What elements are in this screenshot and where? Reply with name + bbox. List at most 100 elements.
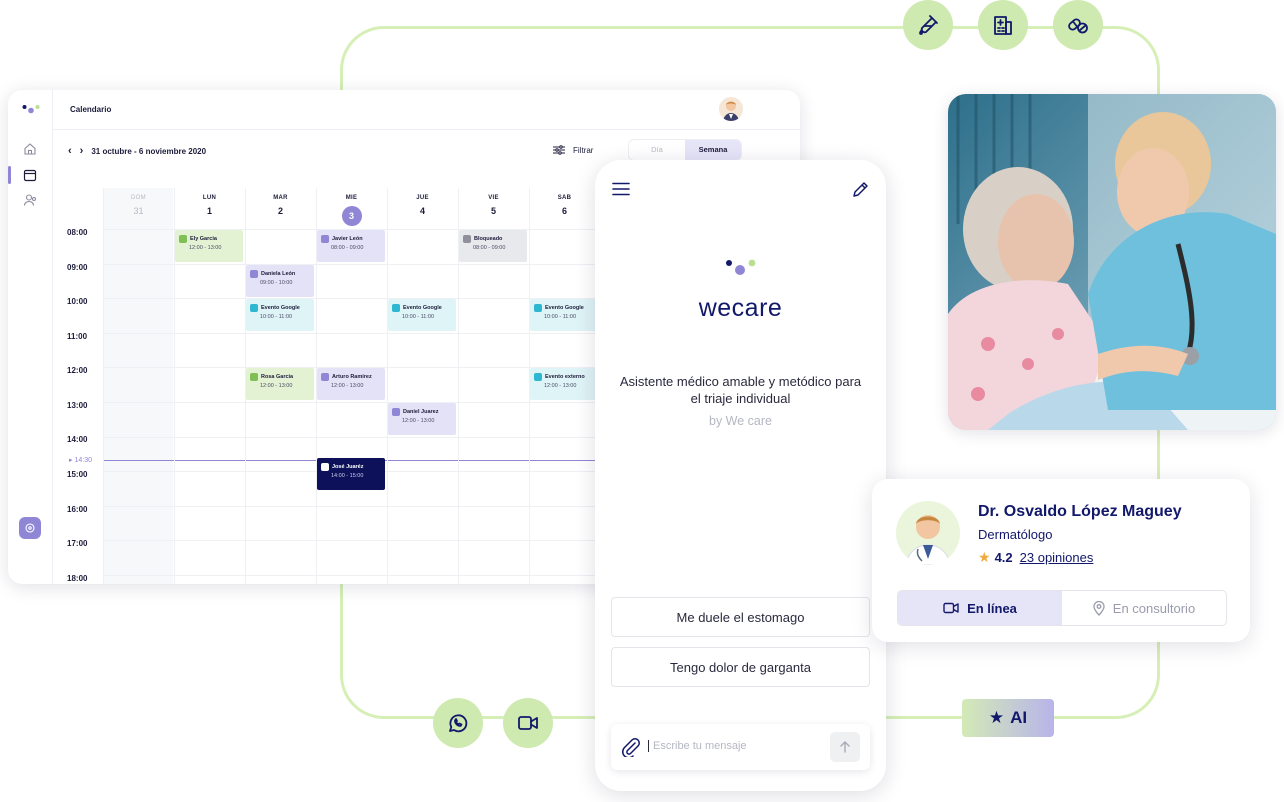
event-type-icon — [534, 373, 542, 382]
calendar-event[interactable]: Ely Garcia 12:00 - 13:00 — [175, 230, 243, 262]
grid-column-line — [103, 188, 104, 584]
event-time: 12:00 - 13:00 — [331, 383, 364, 390]
rating-score: 4.2 — [994, 550, 1013, 565]
event-time: 10:00 - 11:00 — [260, 314, 293, 321]
event-time: 09:00 - 10:00 — [260, 279, 293, 286]
user-avatar[interactable] — [719, 97, 743, 121]
arrow-up-icon — [840, 741, 850, 753]
day-header-tue: MAR 2 — [273, 195, 288, 216]
event-type-icon — [321, 463, 329, 472]
consultation-type-tabs: En línea En consultorio — [897, 590, 1227, 626]
filter-label: Filtrar — [573, 145, 594, 155]
event-time: 12:00 - 13:00 — [260, 383, 293, 390]
event-title: Rosa Garcia — [261, 374, 294, 381]
home-icon[interactable] — [23, 142, 37, 156]
event-time: 08:00 - 09:00 — [473, 245, 506, 251]
next-week-button[interactable]: › — [80, 145, 84, 157]
hour-label: 12:00 — [67, 366, 88, 375]
prev-week-button[interactable]: ‹ — [68, 145, 72, 157]
event-time: 12:00 - 13:00 — [544, 383, 577, 390]
assistant-tagline: Asistente médico amable y metódico para … — [619, 374, 862, 406]
event-title: Ely Garcia — [190, 236, 217, 242]
doctor-card: Dr. Osvaldo López Maguey Dermatólogo ★ 4… — [872, 479, 1250, 642]
suggestion-chip[interactable]: Me duele el estomago — [611, 597, 870, 637]
wecare-logo-small — [22, 105, 40, 114]
event-type-icon — [250, 373, 258, 382]
filter-button[interactable]: Filtrar — [553, 145, 593, 155]
event-title: Evento externo — [545, 374, 585, 381]
event-time: 10:00 - 11:00 — [544, 314, 577, 321]
calendar-event[interactable]: Evento Google 10:00 - 11:00 — [530, 299, 598, 332]
ai-badge: ★ AI — [962, 699, 1054, 737]
calendar-event[interactable]: Daniel Juarez 12:00 - 13:00 — [388, 403, 456, 435]
calendar-event[interactable]: Bloqueado 08:00 - 09:00 — [459, 230, 527, 262]
event-type-icon — [250, 304, 258, 313]
date-range-label: 31 octubre - 6 noviembre 2020 — [91, 146, 207, 156]
video-icon — [943, 602, 959, 614]
brand-wordmark: wecare — [698, 294, 783, 322]
event-title: Daniel Juarez — [403, 409, 439, 415]
location-pin-icon — [1093, 600, 1105, 616]
day-header-sat: SAB 6 — [557, 195, 572, 216]
doctor-avatar — [896, 501, 960, 565]
day-header-mon: LUN 1 — [202, 195, 217, 216]
hour-label: 10:00 — [67, 297, 88, 306]
grid-column-line — [387, 188, 388, 584]
send-button[interactable] — [830, 732, 860, 762]
hour-label: 13:00 — [67, 401, 88, 410]
date-range-nav: ‹ › 31 octubre - 6 noviembre 2020 — [68, 145, 206, 157]
today-marker: 3 — [341, 206, 362, 226]
calendar-event[interactable]: Evento Google 10:00 - 11:00 — [388, 299, 456, 332]
calendar-event[interactable]: Evento Google 10:00 - 11:00 — [246, 299, 314, 332]
sunday-column — [103, 188, 173, 584]
message-composer — [611, 724, 870, 770]
calendar-event[interactable]: José Juaréz 14:00 - 15:00 — [317, 458, 385, 491]
view-week-button[interactable]: Semana — [685, 140, 741, 160]
calendar-event[interactable]: Daniela León 09:00 - 10:00 — [246, 264, 314, 297]
hour-label: 16:00 — [67, 505, 88, 514]
calendar-event[interactable]: Javier León 08:00 - 09:00 — [317, 230, 385, 262]
hour-label: 08:00 — [67, 228, 88, 237]
event-title: Evento Google — [403, 305, 442, 312]
day-header-thu: JUE 4 — [416, 195, 429, 216]
hour-label: 09:00 — [67, 263, 88, 272]
calendar-icon[interactable] — [23, 168, 37, 182]
calendar-event[interactable]: Arturo Ramirez 12:00 - 13:00 — [317, 368, 385, 401]
test-tube-icon — [903, 0, 953, 50]
text-cursor — [648, 740, 649, 752]
event-type-icon — [534, 304, 542, 313]
event-title: Evento Google — [545, 305, 584, 312]
doctor-name: Dr. Osvaldo López Maguey — [978, 503, 1182, 520]
pills-icon — [1053, 0, 1103, 50]
star-icon: ★ — [988, 708, 1005, 727]
current-time-label: ▸ 14:30 — [69, 457, 92, 464]
event-time: 12:00 - 13:00 — [402, 418, 435, 424]
calendar-header: Calendario — [53, 90, 800, 130]
attach-icon[interactable] — [621, 737, 641, 757]
edit-icon[interactable] — [851, 181, 869, 199]
hour-label: 14:00 — [67, 435, 88, 444]
sliders-icon — [553, 145, 565, 155]
suggestion-chip[interactable]: Tengo dolor de garganta — [611, 647, 870, 687]
nurse-patient-photo — [948, 94, 1276, 430]
event-title: Evento Google — [261, 305, 300, 312]
wecare-logo — [726, 259, 756, 275]
tab-in-office[interactable]: En consultorio — [1062, 591, 1226, 625]
event-time: 14:00 - 15:00 — [331, 473, 364, 480]
tab-online[interactable]: En línea — [898, 591, 1062, 625]
event-time: 08:00 - 09:00 — [331, 245, 364, 251]
doctor-rating: ★ 4.2 23 opiniones — [978, 549, 1093, 566]
help-button[interactable] — [19, 517, 41, 539]
event-type-icon — [392, 408, 400, 416]
event-time: 12:00 - 13:00 — [189, 245, 222, 251]
doctor-specialty: Dermatólogo — [978, 527, 1053, 542]
menu-icon[interactable] — [612, 182, 630, 196]
message-input[interactable] — [653, 736, 823, 756]
page-title: Calendario — [70, 105, 112, 114]
view-day-button[interactable]: Día — [629, 140, 685, 160]
whatsapp-icon — [433, 698, 483, 748]
calendar-event[interactable]: Rosa Garcia 12:00 - 13:00 — [246, 368, 314, 401]
reviews-link[interactable]: 23 opiniones — [1020, 550, 1094, 565]
patients-icon[interactable] — [23, 193, 37, 207]
calendar-event[interactable]: Evento externo 12:00 - 13:00 — [530, 368, 598, 401]
